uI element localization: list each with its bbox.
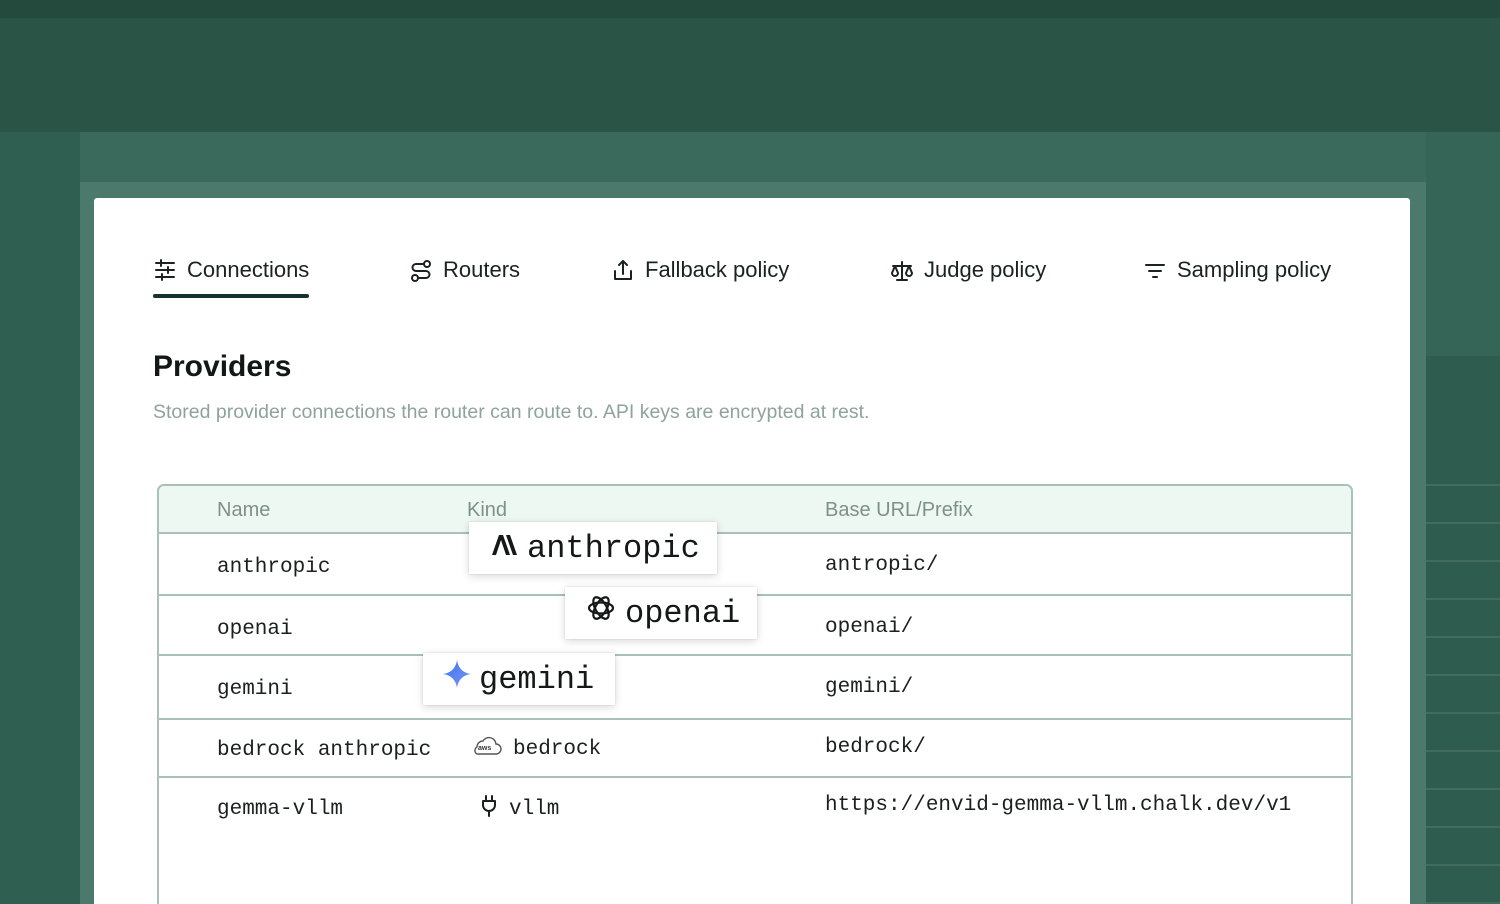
row-kind: aws bedrock	[469, 734, 601, 765]
table-row[interactable]: gemma-vllm vllm https://envid-gemma-vllm…	[159, 778, 1351, 904]
row-name: bedrock anthropic	[217, 739, 432, 762]
column-header-base-url: Base URL/Prefix	[825, 499, 973, 521]
table-row[interactable]: bedrock anthropic aws bedrock bedrock/	[159, 720, 1351, 778]
background-top	[0, 0, 1500, 132]
row-name: anthropic	[217, 556, 331, 579]
tab-routers-label: Routers	[443, 257, 521, 282]
row-name: openai	[217, 618, 293, 641]
tab-bar: Connections Routers Fallback policy Judg…	[153, 246, 1363, 302]
kind-chip-openai-label: openai	[625, 594, 741, 632]
anthropic-logo-icon	[489, 530, 519, 567]
column-header-name: Name	[217, 499, 271, 521]
plug-icon	[479, 794, 499, 825]
tab-judge-policy[interactable]: Judge policy	[890, 246, 1046, 300]
scale-icon	[890, 246, 914, 289]
openai-logo-icon	[585, 592, 617, 634]
row-kind: vllm	[479, 794, 559, 825]
gemini-sparkle-icon	[443, 660, 471, 698]
table-row[interactable]: gemini gemini/	[159, 656, 1351, 720]
row-base-url: openai/	[825, 616, 914, 639]
row-kind-label: bedrock	[513, 738, 602, 761]
kind-chip-gemini-label: gemini	[479, 660, 595, 698]
providers-table: Name Kind Base URL/Prefix anthropic antr…	[157, 484, 1353, 904]
sliders-icon	[153, 246, 177, 287]
row-base-url: antropic/	[825, 554, 939, 577]
kind-chip-anthropic-label: anthropic	[527, 529, 700, 567]
kind-chip-anthropic[interactable]: anthropic	[469, 522, 717, 574]
row-base-url: gemini/	[825, 676, 914, 699]
background-texture	[1426, 460, 1500, 904]
background-topbar	[0, 0, 1500, 18]
tab-connections-label: Connections	[187, 257, 310, 282]
providers-panel: Connections Routers Fallback policy Judg…	[94, 198, 1410, 904]
tab-fallback-policy[interactable]: Fallback policy	[611, 246, 789, 300]
filter-icon	[1143, 246, 1167, 289]
aws-cloud-icon: aws	[469, 734, 503, 765]
tab-fallback-policy-label: Fallback policy	[645, 257, 790, 282]
page-title: Providers	[153, 350, 292, 383]
page-description: Stored provider connections the router c…	[153, 401, 870, 423]
tab-sampling-policy-label: Sampling policy	[1177, 257, 1332, 282]
kind-chip-openai[interactable]: openai	[565, 587, 757, 639]
row-kind-label: vllm	[509, 798, 560, 821]
tab-routers[interactable]: Routers	[409, 246, 520, 300]
background-left	[0, 132, 80, 904]
table-header: Name Kind Base URL/Prefix	[159, 486, 1351, 534]
row-name: gemini	[217, 678, 293, 701]
column-header-kind: Kind	[467, 499, 508, 521]
tab-sampling-policy[interactable]: Sampling policy	[1143, 246, 1331, 300]
tab-judge-policy-label: Judge policy	[924, 257, 1047, 282]
kind-chip-gemini[interactable]: gemini	[423, 653, 615, 705]
tab-connections[interactable]: Connections	[153, 246, 310, 300]
route-icon	[409, 246, 433, 289]
row-base-url: bedrock/	[825, 736, 926, 759]
svg-text:aws: aws	[478, 745, 491, 752]
row-base-url: https://envid-gemma-vllm.chalk.dev/v1	[825, 794, 1292, 817]
row-name: gemma-vllm	[217, 798, 344, 821]
share-upload-icon	[611, 246, 635, 289]
